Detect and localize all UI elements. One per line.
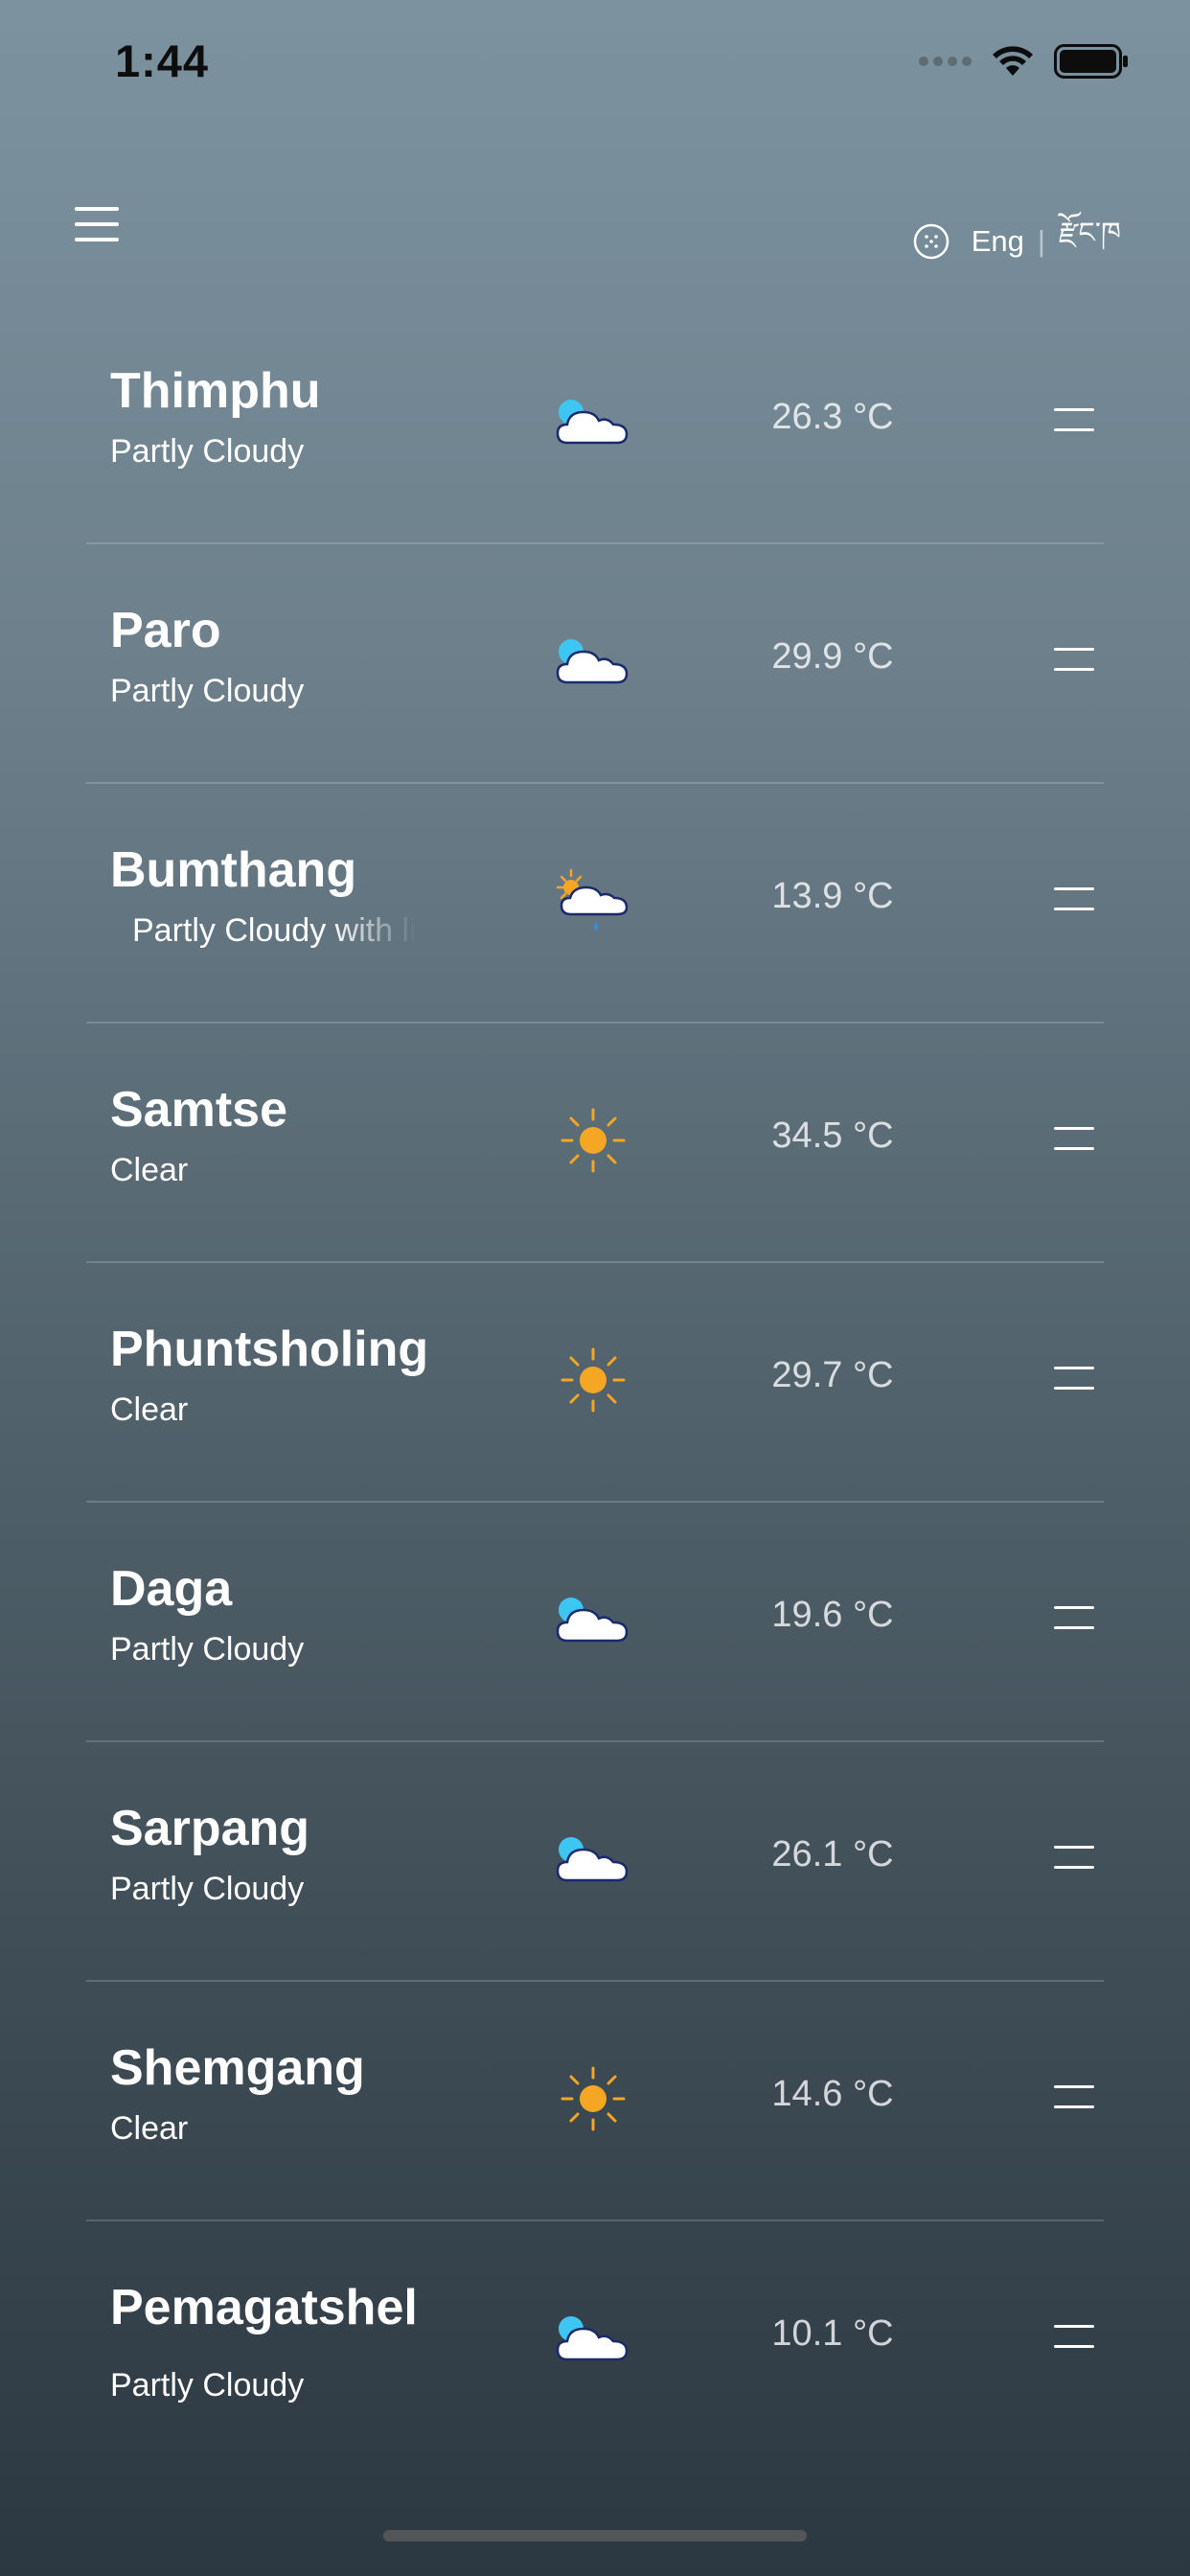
- city-row-phuntsholing[interactable]: Phuntsholing Clear 29.7 °C: [86, 1263, 1104, 1503]
- language-english-option[interactable]: Eng: [972, 224, 1024, 259]
- city-temperature: 34.5 °C: [771, 1116, 894, 1156]
- city-condition: Clear: [110, 1392, 189, 1428]
- drag-handle-icon[interactable]: [1054, 1846, 1094, 1869]
- city-name: Daga: [110, 1561, 233, 1617]
- hamburger-menu-icon[interactable]: [75, 207, 119, 242]
- wifi-icon: [993, 46, 1033, 76]
- globe-icon[interactable]: [912, 222, 950, 261]
- city-condition: Partly Cloudy: [110, 433, 305, 470]
- city-condition: Clear: [110, 2110, 189, 2147]
- city-name: Pemagatshel: [110, 2280, 418, 2335]
- city-condition: Partly Cloudy: [110, 2367, 305, 2404]
- city-temperature: 26.3 °C: [771, 397, 894, 437]
- city-name: Paro: [110, 603, 221, 658]
- language-dzongkha-option[interactable]: རྫོང་ཁ: [1059, 201, 1121, 282]
- top-bar: Eng | རྫོང་ཁ: [0, 192, 1190, 260]
- city-temperature: 29.7 °C: [771, 1355, 894, 1395]
- city-row-daga[interactable]: Daga Partly Cloudy 19.6 °C: [86, 1503, 1104, 1742]
- city-name: Sarpang: [110, 1801, 310, 1856]
- sun-icon: [561, 2066, 626, 2131]
- city-weather-list: Thimphu Partly Cloudy 26.3 °C Paro Partl…: [86, 305, 1104, 2413]
- drag-handle-icon[interactable]: [1054, 1606, 1094, 1629]
- city-name: Bumthang: [110, 842, 357, 898]
- drag-handle-icon[interactable]: [1054, 2085, 1094, 2108]
- partly-cloudy-icon: [556, 1837, 629, 1882]
- city-name: Phuntsholing: [110, 1322, 429, 1377]
- city-condition: Clear: [110, 1152, 189, 1188]
- status-time: 1:44: [115, 35, 210, 86]
- city-condition: Partly Cloudy: [110, 1871, 305, 1907]
- status-bar: 1:44: [0, 0, 1190, 125]
- battery-icon: [1054, 44, 1128, 79]
- city-row-samtse[interactable]: Samtse Clear 34.5 °C: [86, 1024, 1104, 1263]
- sun-icon: [561, 1347, 626, 1413]
- city-temperature: 19.6 °C: [771, 1595, 894, 1635]
- status-icons: [919, 44, 1129, 79]
- drag-handle-icon[interactable]: [1054, 648, 1094, 671]
- city-temperature: 29.9 °C: [771, 636, 894, 677]
- city-row-sarpang[interactable]: Sarpang Partly Cloudy 26.1 °C: [86, 1742, 1104, 1982]
- city-row-thimphu[interactable]: Thimphu Partly Cloudy 26.3 °C: [86, 305, 1104, 544]
- partly-cloudy-rain-icon: [556, 868, 629, 931]
- partly-cloudy-icon: [556, 400, 629, 445]
- city-temperature: 13.9 °C: [771, 876, 894, 916]
- city-condition: Partly Cloudy: [110, 1631, 305, 1668]
- drag-handle-icon[interactable]: [1054, 887, 1094, 910]
- city-name: Thimphu: [110, 363, 321, 419]
- city-row-paro[interactable]: Paro Partly Cloudy 29.9 °C: [86, 544, 1104, 784]
- drag-handle-icon[interactable]: [1054, 1367, 1094, 1390]
- city-row-bumthang[interactable]: Bumthang Partly Cloudy with li 13.9 °C: [86, 784, 1104, 1024]
- city-name: Samtse: [110, 1082, 287, 1138]
- drag-handle-icon[interactable]: [1054, 2325, 1094, 2348]
- city-condition: Partly Cloudy: [110, 673, 305, 709]
- city-condition: Partly Cloudy with li: [132, 912, 417, 949]
- partly-cloudy-icon: [556, 1598, 629, 1643]
- city-name: Shemgang: [110, 2040, 365, 2096]
- drag-handle-icon[interactable]: [1054, 1127, 1094, 1150]
- language-separator: |: [1037, 224, 1045, 258]
- city-temperature: 10.1 °C: [771, 2313, 894, 2354]
- cellular-signal-icon: [919, 57, 972, 66]
- sun-icon: [561, 1108, 626, 1173]
- city-row-shemgang[interactable]: Shemgang Clear 14.6 °C: [86, 1982, 1104, 2221]
- language-switcher: Eng | རྫོང་ཁ: [912, 201, 1121, 282]
- home-indicator[interactable]: [383, 2530, 807, 2542]
- partly-cloudy-icon: [556, 2316, 629, 2361]
- drag-handle-icon[interactable]: [1054, 408, 1094, 431]
- city-temperature: 14.6 °C: [771, 2074, 894, 2114]
- partly-cloudy-icon: [556, 639, 629, 684]
- city-temperature: 26.1 °C: [771, 1834, 894, 1874]
- city-row-pemagatshel[interactable]: Pemagatshel Partly Cloudy 10.1 °C: [86, 2221, 1104, 2413]
